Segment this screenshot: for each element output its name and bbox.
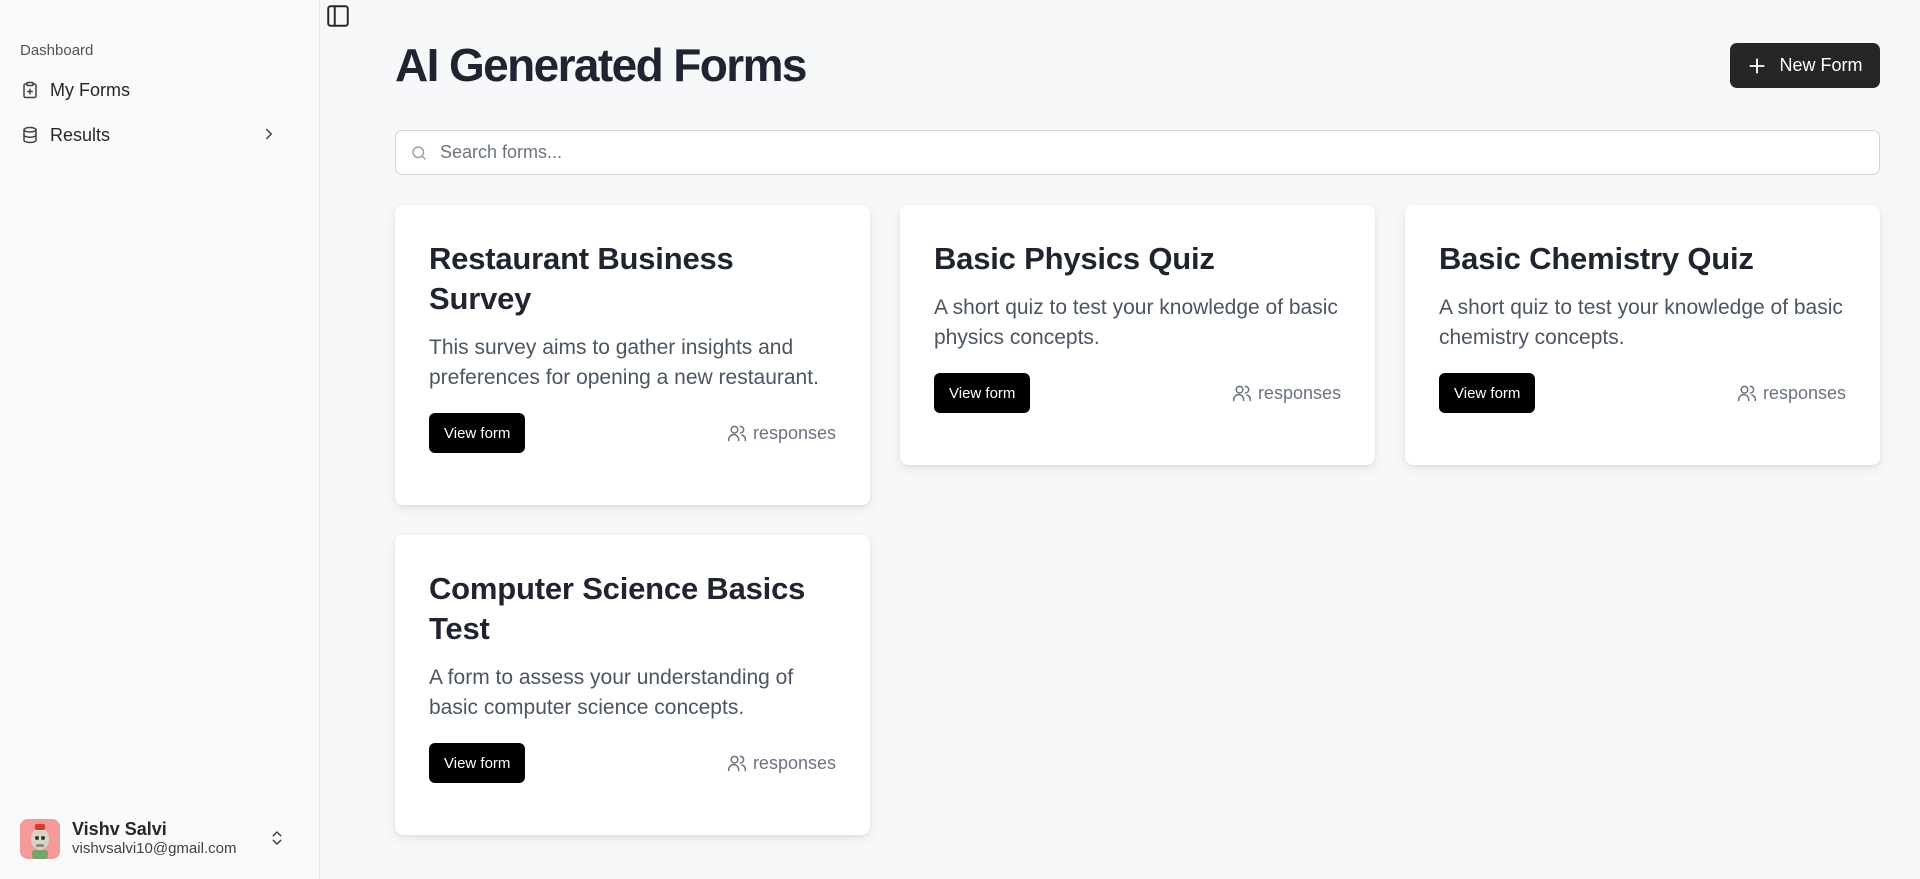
responses-count: responses <box>1232 383 1341 404</box>
chevrons-up-down-icon <box>268 829 286 852</box>
card-title: Restaurant Business Survey <box>429 241 734 316</box>
sidebar-item-results[interactable]: Results <box>10 115 300 155</box>
responses-count: responses <box>1737 383 1846 404</box>
page-title: AI Generated Forms <box>395 39 807 91</box>
card-description: A form to assess your understanding of b… <box>429 666 794 719</box>
card-description: A short quiz to test your knowledge of b… <box>1439 296 1843 349</box>
view-form-button[interactable]: View form <box>1439 373 1536 413</box>
user-name: Vishv Salvi <box>72 819 167 839</box>
new-form-button[interactable]: New Form <box>1730 43 1880 88</box>
responses-label: responses <box>1257 382 1341 403</box>
sidebar-item-my-forms[interactable]: My Forms <box>10 70 300 110</box>
plus-icon <box>1747 56 1767 76</box>
sidebar-group-label: Dashboard <box>20 42 94 59</box>
clipboard-icon <box>20 80 40 100</box>
new-form-label: New Form <box>1779 55 1863 75</box>
form-card-physics-quiz: Basic Physics Quiz A short quiz to test … <box>900 205 1375 465</box>
sidebar-item-label: My Forms <box>50 79 130 100</box>
sidebar: Dashboard My Forms Results Vishv Salvi v… <box>0 0 320 879</box>
card-title: Basic Chemistry Quiz <box>1439 241 1754 276</box>
card-description: This survey aims to gather insights and … <box>429 336 819 389</box>
search-input[interactable] <box>440 142 1840 163</box>
user-email: vishvsalvi10@gmail.com <box>72 840 237 857</box>
form-card-chemistry-quiz: Basic Chemistry Quiz A short quiz to tes… <box>1405 205 1880 465</box>
responses-count: responses <box>727 423 836 444</box>
users-icon <box>727 423 747 443</box>
users-icon <box>1232 383 1252 403</box>
search-bar <box>395 130 1880 175</box>
sidebar-toggle-button[interactable] <box>325 3 351 34</box>
responses-count: responses <box>727 753 836 774</box>
form-card-cs-basics: Computer Science Basics Test A form to a… <box>395 535 870 835</box>
responses-label: responses <box>1762 382 1846 403</box>
card-title: Basic Physics Quiz <box>934 241 1215 276</box>
card-title: Computer Science Basics Test <box>429 571 806 646</box>
database-icon <box>20 125 40 145</box>
chevron-right-icon <box>260 125 278 148</box>
users-icon <box>727 753 747 773</box>
view-form-button[interactable]: View form <box>429 743 526 783</box>
avatar <box>20 819 60 859</box>
card-description: A short quiz to test your knowledge of b… <box>934 296 1338 349</box>
panel-left-icon <box>325 3 351 34</box>
responses-label: responses <box>752 752 836 773</box>
form-card-restaurant-survey: Restaurant Business Survey This survey a… <box>395 205 870 505</box>
responses-label: responses <box>752 422 836 443</box>
users-icon <box>1737 383 1757 403</box>
view-form-button[interactable]: View form <box>429 413 526 453</box>
view-form-button[interactable]: View form <box>934 373 1031 413</box>
user-menu[interactable]: Vishv Salvi vishvsalvi10@gmail.com <box>10 813 306 865</box>
search-icon <box>410 144 428 162</box>
sidebar-item-label: Results <box>50 124 111 145</box>
